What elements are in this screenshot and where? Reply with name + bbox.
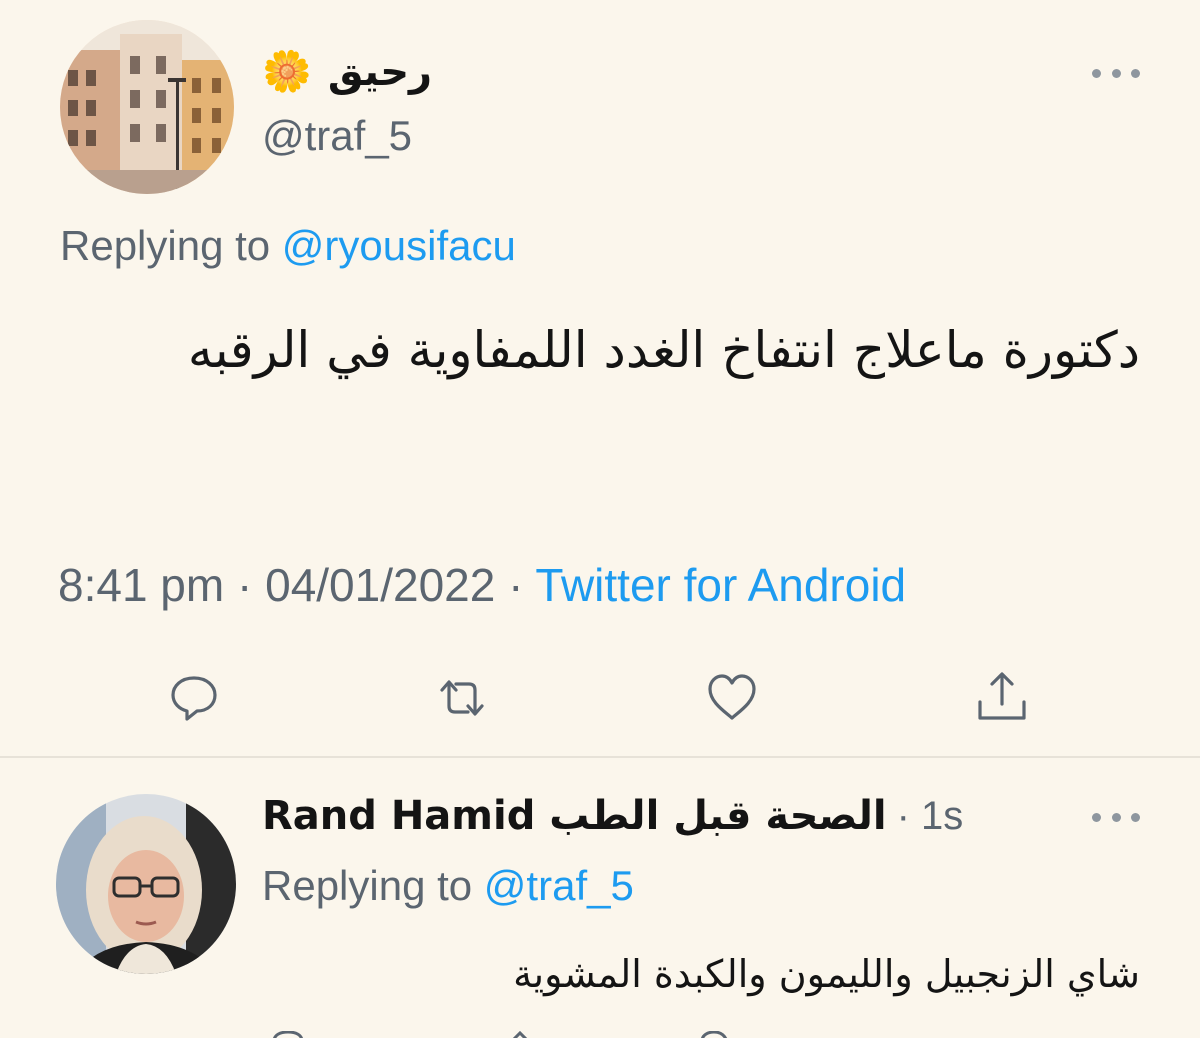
reply-actions-partial bbox=[262, 1028, 962, 1038]
reply-replying-to-mention[interactable]: @traf_5 bbox=[484, 862, 634, 909]
avatar-building[interactable] bbox=[60, 20, 234, 194]
tweet-source[interactable]: Twitter for Android bbox=[535, 559, 906, 611]
reply-replying-prefix: Replying to bbox=[262, 862, 473, 909]
author-display-name[interactable]: رحيق bbox=[328, 49, 432, 95]
name-emoji-icon: 🌼 bbox=[262, 50, 312, 94]
more-options-icon[interactable] bbox=[1092, 60, 1140, 86]
share-icon[interactable] bbox=[972, 668, 1032, 728]
author-name-row: 🌼 رحيق bbox=[262, 42, 432, 102]
tweet-text: دكتورة ماعلاج انتفاخ الغدد اللمفاوية في … bbox=[187, 321, 1140, 379]
tweet-actions bbox=[0, 668, 1200, 728]
author-handle[interactable]: @traf_5 bbox=[262, 112, 412, 160]
reply-time-ago: · 1s bbox=[897, 794, 964, 839]
reply-author-name[interactable]: Rand Hamid الصحة قبل الطب bbox=[262, 793, 887, 839]
reply-tweet-text: شاي الزنجبيل والليمون والكبدة المشوية bbox=[513, 952, 1140, 996]
reply-header: Rand Hamid الصحة قبل الطب · 1s bbox=[262, 786, 963, 846]
meta-separator: · bbox=[508, 559, 524, 611]
reply-replying-to-line: Replying to @traf_5 bbox=[262, 862, 634, 910]
replying-to-line: Replying to @ryousifacu bbox=[60, 222, 516, 270]
replying-to-mention[interactable]: @ryousifacu bbox=[282, 222, 516, 269]
reply-time-value[interactable]: 1s bbox=[921, 794, 963, 838]
retweet-icon[interactable] bbox=[432, 668, 492, 728]
tweet-meta: 8:41 pm · 04/01/2022 · Twitter for Andro… bbox=[58, 558, 906, 612]
tweet-date[interactable]: 04/01/2022 bbox=[265, 559, 495, 611]
avatar-reply-author[interactable] bbox=[56, 794, 236, 974]
tweet-divider bbox=[0, 756, 1200, 758]
reply-separator: · bbox=[896, 793, 910, 838]
replying-prefix: Replying to bbox=[60, 222, 271, 269]
heart-icon[interactable] bbox=[702, 668, 762, 728]
meta-separator: · bbox=[237, 559, 253, 611]
tweet-time: 8:41 pm bbox=[58, 559, 225, 611]
comment-icon[interactable] bbox=[164, 668, 224, 728]
reply-more-options-icon[interactable] bbox=[1092, 804, 1140, 830]
